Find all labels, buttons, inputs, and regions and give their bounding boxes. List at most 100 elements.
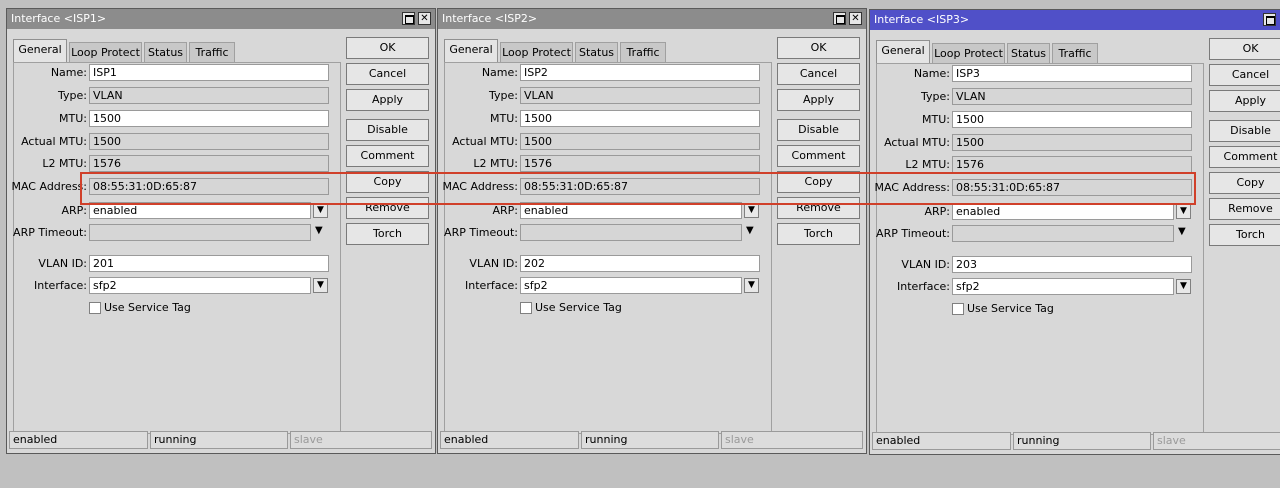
cancel-button[interactable]: Cancel bbox=[777, 63, 860, 85]
arp-timeout-field[interactable] bbox=[89, 224, 311, 241]
comment-button[interactable]: Comment bbox=[1209, 146, 1280, 168]
label-arp: ARP: bbox=[924, 205, 950, 218]
l2-mtu-field[interactable]: 1576 bbox=[520, 155, 760, 172]
actual-mtu-field[interactable]: 1500 bbox=[520, 133, 760, 150]
copy-button[interactable]: Copy bbox=[1209, 172, 1280, 194]
comment-button[interactable]: Comment bbox=[346, 145, 429, 167]
dropdown-arrow-icon[interactable]: ▼ bbox=[313, 203, 328, 218]
mtu-field[interactable]: 1500 bbox=[520, 110, 760, 127]
interface-window-isp2: Interface <ISP2> ✕ General Loop Protect Stat… bbox=[437, 8, 867, 454]
tab-traffic[interactable]: Traffic bbox=[189, 42, 235, 62]
actual-mtu-field[interactable]: 1500 bbox=[89, 133, 329, 150]
torch-button[interactable]: Torch bbox=[777, 223, 860, 245]
type-field[interactable]: VLAN bbox=[520, 87, 760, 104]
name-field[interactable]: ISP1 bbox=[89, 64, 329, 81]
maximize-icon[interactable] bbox=[402, 12, 415, 25]
tab-status[interactable]: Status bbox=[1007, 43, 1050, 63]
dropdown-arrow-icon[interactable]: ▼ bbox=[746, 225, 754, 236]
torch-button[interactable]: Torch bbox=[1209, 224, 1280, 246]
close-icon[interactable]: ✕ bbox=[418, 12, 431, 25]
mtu-field[interactable]: 1500 bbox=[89, 110, 329, 127]
l2-mtu-field[interactable]: 1576 bbox=[89, 155, 329, 172]
use-service-tag-label: Use Service Tag bbox=[967, 302, 1054, 315]
mac-address-highlight bbox=[80, 172, 1196, 205]
maximize-icon[interactable] bbox=[833, 12, 846, 25]
interface-field[interactable]: sfp2 bbox=[952, 278, 1174, 295]
arp-field[interactable]: enabled bbox=[952, 203, 1174, 220]
comment-button[interactable]: Comment bbox=[777, 145, 860, 167]
label-interface: Interface: bbox=[34, 279, 87, 292]
tab-loop-protect[interactable]: Loop Protect bbox=[69, 42, 142, 62]
tab-status[interactable]: Status bbox=[144, 42, 187, 62]
apply-button[interactable]: Apply bbox=[346, 89, 429, 111]
name-field[interactable]: ISP3 bbox=[952, 65, 1192, 82]
maximize-icon[interactable] bbox=[1263, 13, 1276, 26]
tab-status[interactable]: Status bbox=[575, 42, 618, 62]
label-vlan-id: VLAN ID: bbox=[38, 257, 87, 270]
label-vlan-id: VLAN ID: bbox=[469, 257, 518, 270]
dropdown-arrow-icon[interactable]: ▼ bbox=[1176, 204, 1191, 219]
label-name: Name: bbox=[481, 66, 518, 79]
label-arp-timeout: ARP Timeout: bbox=[444, 226, 518, 239]
actual-mtu-field[interactable]: 1500 bbox=[952, 134, 1192, 151]
remove-button[interactable]: Remove bbox=[1209, 198, 1280, 220]
dropdown-arrow-icon[interactable]: ▼ bbox=[1178, 226, 1186, 237]
use-service-tag-checkbox[interactable] bbox=[89, 302, 101, 314]
use-service-tag-label: Use Service Tag bbox=[104, 301, 191, 314]
use-service-tag-checkbox[interactable] bbox=[520, 302, 532, 314]
label-arp-timeout: ARP Timeout: bbox=[876, 227, 950, 240]
window-titlebar[interactable]: Interface <ISP3> bbox=[870, 10, 1280, 30]
disable-button[interactable]: Disable bbox=[346, 119, 429, 141]
tab-loop-protect[interactable]: Loop Protect bbox=[500, 42, 573, 62]
tab-traffic[interactable]: Traffic bbox=[620, 42, 666, 62]
label-type: Type: bbox=[58, 89, 87, 102]
tab-general[interactable]: General bbox=[13, 39, 67, 63]
vlan-id-field[interactable]: 203 bbox=[952, 256, 1192, 273]
l2-mtu-field[interactable]: 1576 bbox=[952, 156, 1192, 173]
dropdown-arrow-icon[interactable]: ▼ bbox=[315, 225, 323, 236]
ok-button[interactable]: OK bbox=[777, 37, 860, 59]
dropdown-arrow-icon[interactable]: ▼ bbox=[744, 278, 759, 293]
arp-timeout-field[interactable] bbox=[520, 224, 742, 241]
tab-general[interactable]: General bbox=[876, 40, 930, 64]
interface-field[interactable]: sfp2 bbox=[520, 277, 742, 294]
disable-button[interactable]: Disable bbox=[777, 119, 860, 141]
window-title: Interface <ISP1> bbox=[11, 12, 107, 25]
arp-timeout-field[interactable] bbox=[952, 225, 1174, 242]
disable-button[interactable]: Disable bbox=[1209, 120, 1280, 142]
label-l2-mtu: L2 MTU: bbox=[42, 157, 87, 170]
label-actual-mtu: Actual MTU: bbox=[21, 135, 87, 148]
vlan-id-field[interactable]: 201 bbox=[89, 255, 329, 272]
label-type: Type: bbox=[489, 89, 518, 102]
apply-button[interactable]: Apply bbox=[777, 89, 860, 111]
window-titlebar[interactable]: Interface <ISP2> bbox=[438, 9, 866, 29]
apply-button[interactable]: Apply bbox=[1209, 90, 1280, 112]
use-service-tag-checkbox[interactable] bbox=[952, 303, 964, 315]
dropdown-arrow-icon[interactable]: ▼ bbox=[313, 278, 328, 293]
cancel-button[interactable]: Cancel bbox=[1209, 64, 1280, 86]
type-field[interactable]: VLAN bbox=[89, 87, 329, 104]
type-field[interactable]: VLAN bbox=[952, 88, 1192, 105]
ok-button[interactable]: OK bbox=[1209, 38, 1280, 60]
label-mtu: MTU: bbox=[490, 112, 518, 125]
vlan-id-field[interactable]: 202 bbox=[520, 255, 760, 272]
close-icon[interactable]: ✕ bbox=[849, 12, 862, 25]
tab-general[interactable]: General bbox=[444, 39, 498, 63]
ok-button[interactable]: OK bbox=[346, 37, 429, 59]
tab-traffic[interactable]: Traffic bbox=[1052, 43, 1098, 63]
dropdown-arrow-icon[interactable]: ▼ bbox=[744, 203, 759, 218]
torch-button[interactable]: Torch bbox=[346, 223, 429, 245]
dropdown-arrow-icon[interactable]: ▼ bbox=[1176, 279, 1191, 294]
window-titlebar[interactable]: Interface <ISP1> bbox=[7, 9, 435, 29]
interface-window-isp1: Interface <ISP1> ✕ General Loop Protect Stat… bbox=[6, 8, 436, 454]
status-enabled: enabled bbox=[872, 432, 1011, 450]
status-running: running bbox=[150, 431, 288, 449]
tab-loop-protect[interactable]: Loop Protect bbox=[932, 43, 1005, 63]
cancel-button[interactable]: Cancel bbox=[346, 63, 429, 85]
label-mtu: MTU: bbox=[922, 113, 950, 126]
label-vlan-id: VLAN ID: bbox=[901, 258, 950, 271]
mtu-field[interactable]: 1500 bbox=[952, 111, 1192, 128]
name-field[interactable]: ISP2 bbox=[520, 64, 760, 81]
label-actual-mtu: Actual MTU: bbox=[884, 136, 950, 149]
interface-field[interactable]: sfp2 bbox=[89, 277, 311, 294]
